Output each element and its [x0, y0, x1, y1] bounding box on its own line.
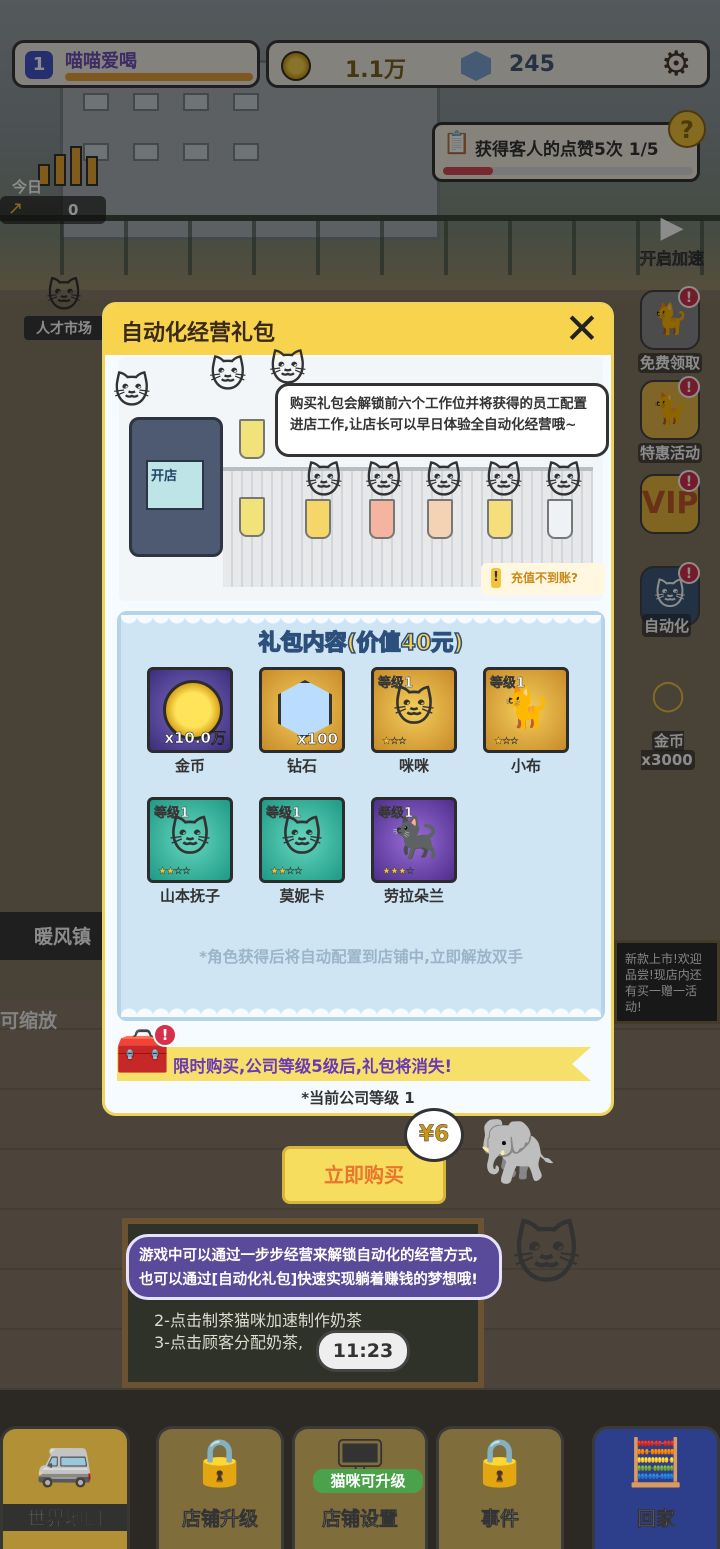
- milk-tea-cup-icon: [427, 499, 453, 539]
- milk-tea-cup-icon: [239, 497, 265, 537]
- star-rating-icon: ★★☆☆: [270, 866, 303, 877]
- game-clock: 11:23: [316, 1330, 410, 1372]
- reward-slot: 等级1 🐈‍⬛ ★★★☆: [371, 797, 457, 883]
- nav-store-settings-label: 店铺设置: [321, 1508, 399, 1531]
- tea-machine: 开店: [129, 417, 223, 557]
- maid-cat-icon: 🐱: [281, 815, 323, 861]
- nav-events-label: 事件: [480, 1508, 520, 1531]
- reward-slot: 等级1 🐱 ★☆☆: [371, 667, 457, 753]
- lock-icon: 🔒: [471, 1435, 529, 1489]
- reward-item-laura[interactable]: 等级1 🐈‍⬛ ★★★☆ 劳拉朵兰: [371, 797, 457, 906]
- reward-item-gems[interactable]: x100 钻石: [259, 667, 345, 776]
- nav-events[interactable]: 🔒 事件: [436, 1426, 564, 1549]
- close-icon[interactable]: ✕: [559, 307, 605, 353]
- pink-cat-icon: 🐱: [169, 815, 211, 861]
- company-level-text: *当前公司等级 1: [301, 1089, 415, 1107]
- pack-illustration: 开店 🐱 🐱 🐱 🐱 🐱 🐱 🐱 🐱 购买礼包会解锁前六个工作位并将获得的员工配…: [113, 349, 609, 601]
- reward-quantity: x10.0万: [164, 729, 226, 748]
- price-bubble: ¥6: [404, 1108, 464, 1162]
- nav-store-settings[interactable]: 🖥 猫咪可升级 店铺设置: [292, 1426, 428, 1549]
- cat-staff-icon: 🐱: [365, 461, 403, 502]
- reward-item-mimi[interactable]: 等级1 🐱 ★☆☆ 咪咪: [371, 667, 457, 776]
- reward-item-coins[interactable]: x10.0万 金币: [147, 667, 233, 776]
- reward-name: 咪咪: [398, 757, 429, 775]
- tutorial-step-2: 2-点击制茶猫咪加速制作奶茶: [154, 1311, 362, 1330]
- reward-slot: x100: [259, 667, 345, 753]
- nav-home-label: 回家: [636, 1508, 676, 1531]
- cat-staff-icon: 🐱: [425, 461, 463, 502]
- cat-staff-icon: 🐱: [485, 461, 523, 502]
- white-cat-icon: 🐱: [393, 685, 435, 731]
- reward-slot: 等级1 🐱 ★★☆☆: [259, 797, 345, 883]
- cat-staff-icon: 🐱: [113, 371, 151, 412]
- milk-tea-cup-icon: [547, 499, 573, 539]
- dialog-title: 自动化经营礼包: [121, 321, 276, 346]
- reward-slot: 等级1 🐈 ★☆☆: [483, 667, 569, 753]
- van-icon: 🚐: [36, 1435, 94, 1489]
- limited-time-text: 限时购买,公司等级5级后,礼包将消失!: [173, 1057, 453, 1076]
- automation-pack-dialog: 自动化经营礼包 ✕ 开店 🐱 🐱 🐱 🐱 🐱 🐱 🐱 🐱 购买礼包会解锁前六个工…: [102, 302, 614, 1116]
- cat-upgrade-tag: 猫咪可升级: [313, 1469, 423, 1493]
- nav-home[interactable]: 🧮 回家: [592, 1426, 720, 1549]
- reward-quantity: x100: [297, 730, 339, 749]
- tutorial-bubble[interactable]: 游戏中可以通过一步步经营来解锁自动化的经营方式,也可以通过[自动化礼包]快速实现…: [126, 1234, 502, 1300]
- star-rating-icon: ★☆☆: [494, 736, 519, 747]
- star-rating-icon: ★★☆☆: [158, 866, 191, 877]
- milk-tea-cup-icon: [305, 499, 331, 539]
- elephant-customer-icon: 🐘: [478, 1115, 558, 1189]
- milk-tea-cup-icon: [239, 419, 265, 459]
- calico-cat-icon: 🐈: [501, 685, 551, 731]
- lock-icon: 🔒: [191, 1435, 249, 1489]
- reward-name: 山本抚子: [159, 887, 220, 905]
- reward-item-yamamoto[interactable]: 等级1 🐱 ★★☆☆ 山本抚子: [147, 797, 233, 906]
- pack-contents-title: 礼包内容(价值40元): [258, 630, 464, 657]
- alert-badge-icon: !: [153, 1023, 177, 1047]
- reward-slot: x10.0万: [147, 667, 233, 753]
- milk-tea-cup-icon: [369, 499, 395, 539]
- reward-slot: 等级1 🐱 ★★☆☆: [147, 797, 233, 883]
- recharge-help-link[interactable]: 充值不到账?: [481, 563, 605, 595]
- nav-store-upgrade-label: 店铺升级: [181, 1508, 259, 1531]
- auto-config-note: *角色获得后将自动配置到店铺中,立即解放双手: [199, 948, 523, 966]
- calculator-icon: 🧮: [627, 1435, 685, 1489]
- reward-name: 钻石: [286, 757, 317, 775]
- reward-item-xiaobu[interactable]: 等级1 🐈 ★☆☆ 小布: [483, 667, 569, 776]
- milk-tea-cup-icon: [487, 499, 513, 539]
- star-rating-icon: ★★★☆: [382, 866, 415, 877]
- reward-name: 金币: [174, 757, 205, 775]
- dialog-header: 自动化经营礼包 ✕: [105, 305, 611, 355]
- nav-store-upgrade[interactable]: 🔒 店铺升级: [156, 1426, 284, 1549]
- pack-description-bubble: 购买礼包会解锁前六个工作位并将获得的员工配置进店工作,让店长可以早日体验全自动化…: [275, 383, 609, 457]
- star-rating-icon: ★☆☆: [382, 736, 407, 747]
- reward-item-monica[interactable]: 等级1 🐱 ★★☆☆ 莫妮卡: [259, 797, 345, 906]
- pack-contents-panel: 礼包内容(价值40元) x10.0万 金币 x100 钻石 等级1 🐱 ★☆☆ …: [117, 611, 605, 1021]
- black-witch-cat-icon: 🐈‍⬛: [389, 815, 439, 861]
- cat-staff-icon: 🐱: [545, 461, 583, 502]
- reward-name: 劳拉朵兰: [383, 887, 444, 905]
- reward-name: 小布: [510, 757, 541, 775]
- machine-screen: 开店: [146, 460, 204, 510]
- maid-cat-guide-icon: 🐱: [512, 1216, 581, 1293]
- bottom-navigation: 🚐 世界地图 🔒 店铺升级 🖥 猫咪可升级 店铺设置 🔒 事件 🧮 回家: [0, 1396, 720, 1549]
- cat-staff-icon: 🐱: [209, 355, 247, 396]
- nav-world-map-label: 世界地图: [3, 1504, 127, 1531]
- reward-name: 莫妮卡: [279, 887, 325, 905]
- cat-staff-icon: 🐱: [305, 461, 343, 502]
- nav-world-map[interactable]: 🚐 世界地图: [0, 1426, 130, 1549]
